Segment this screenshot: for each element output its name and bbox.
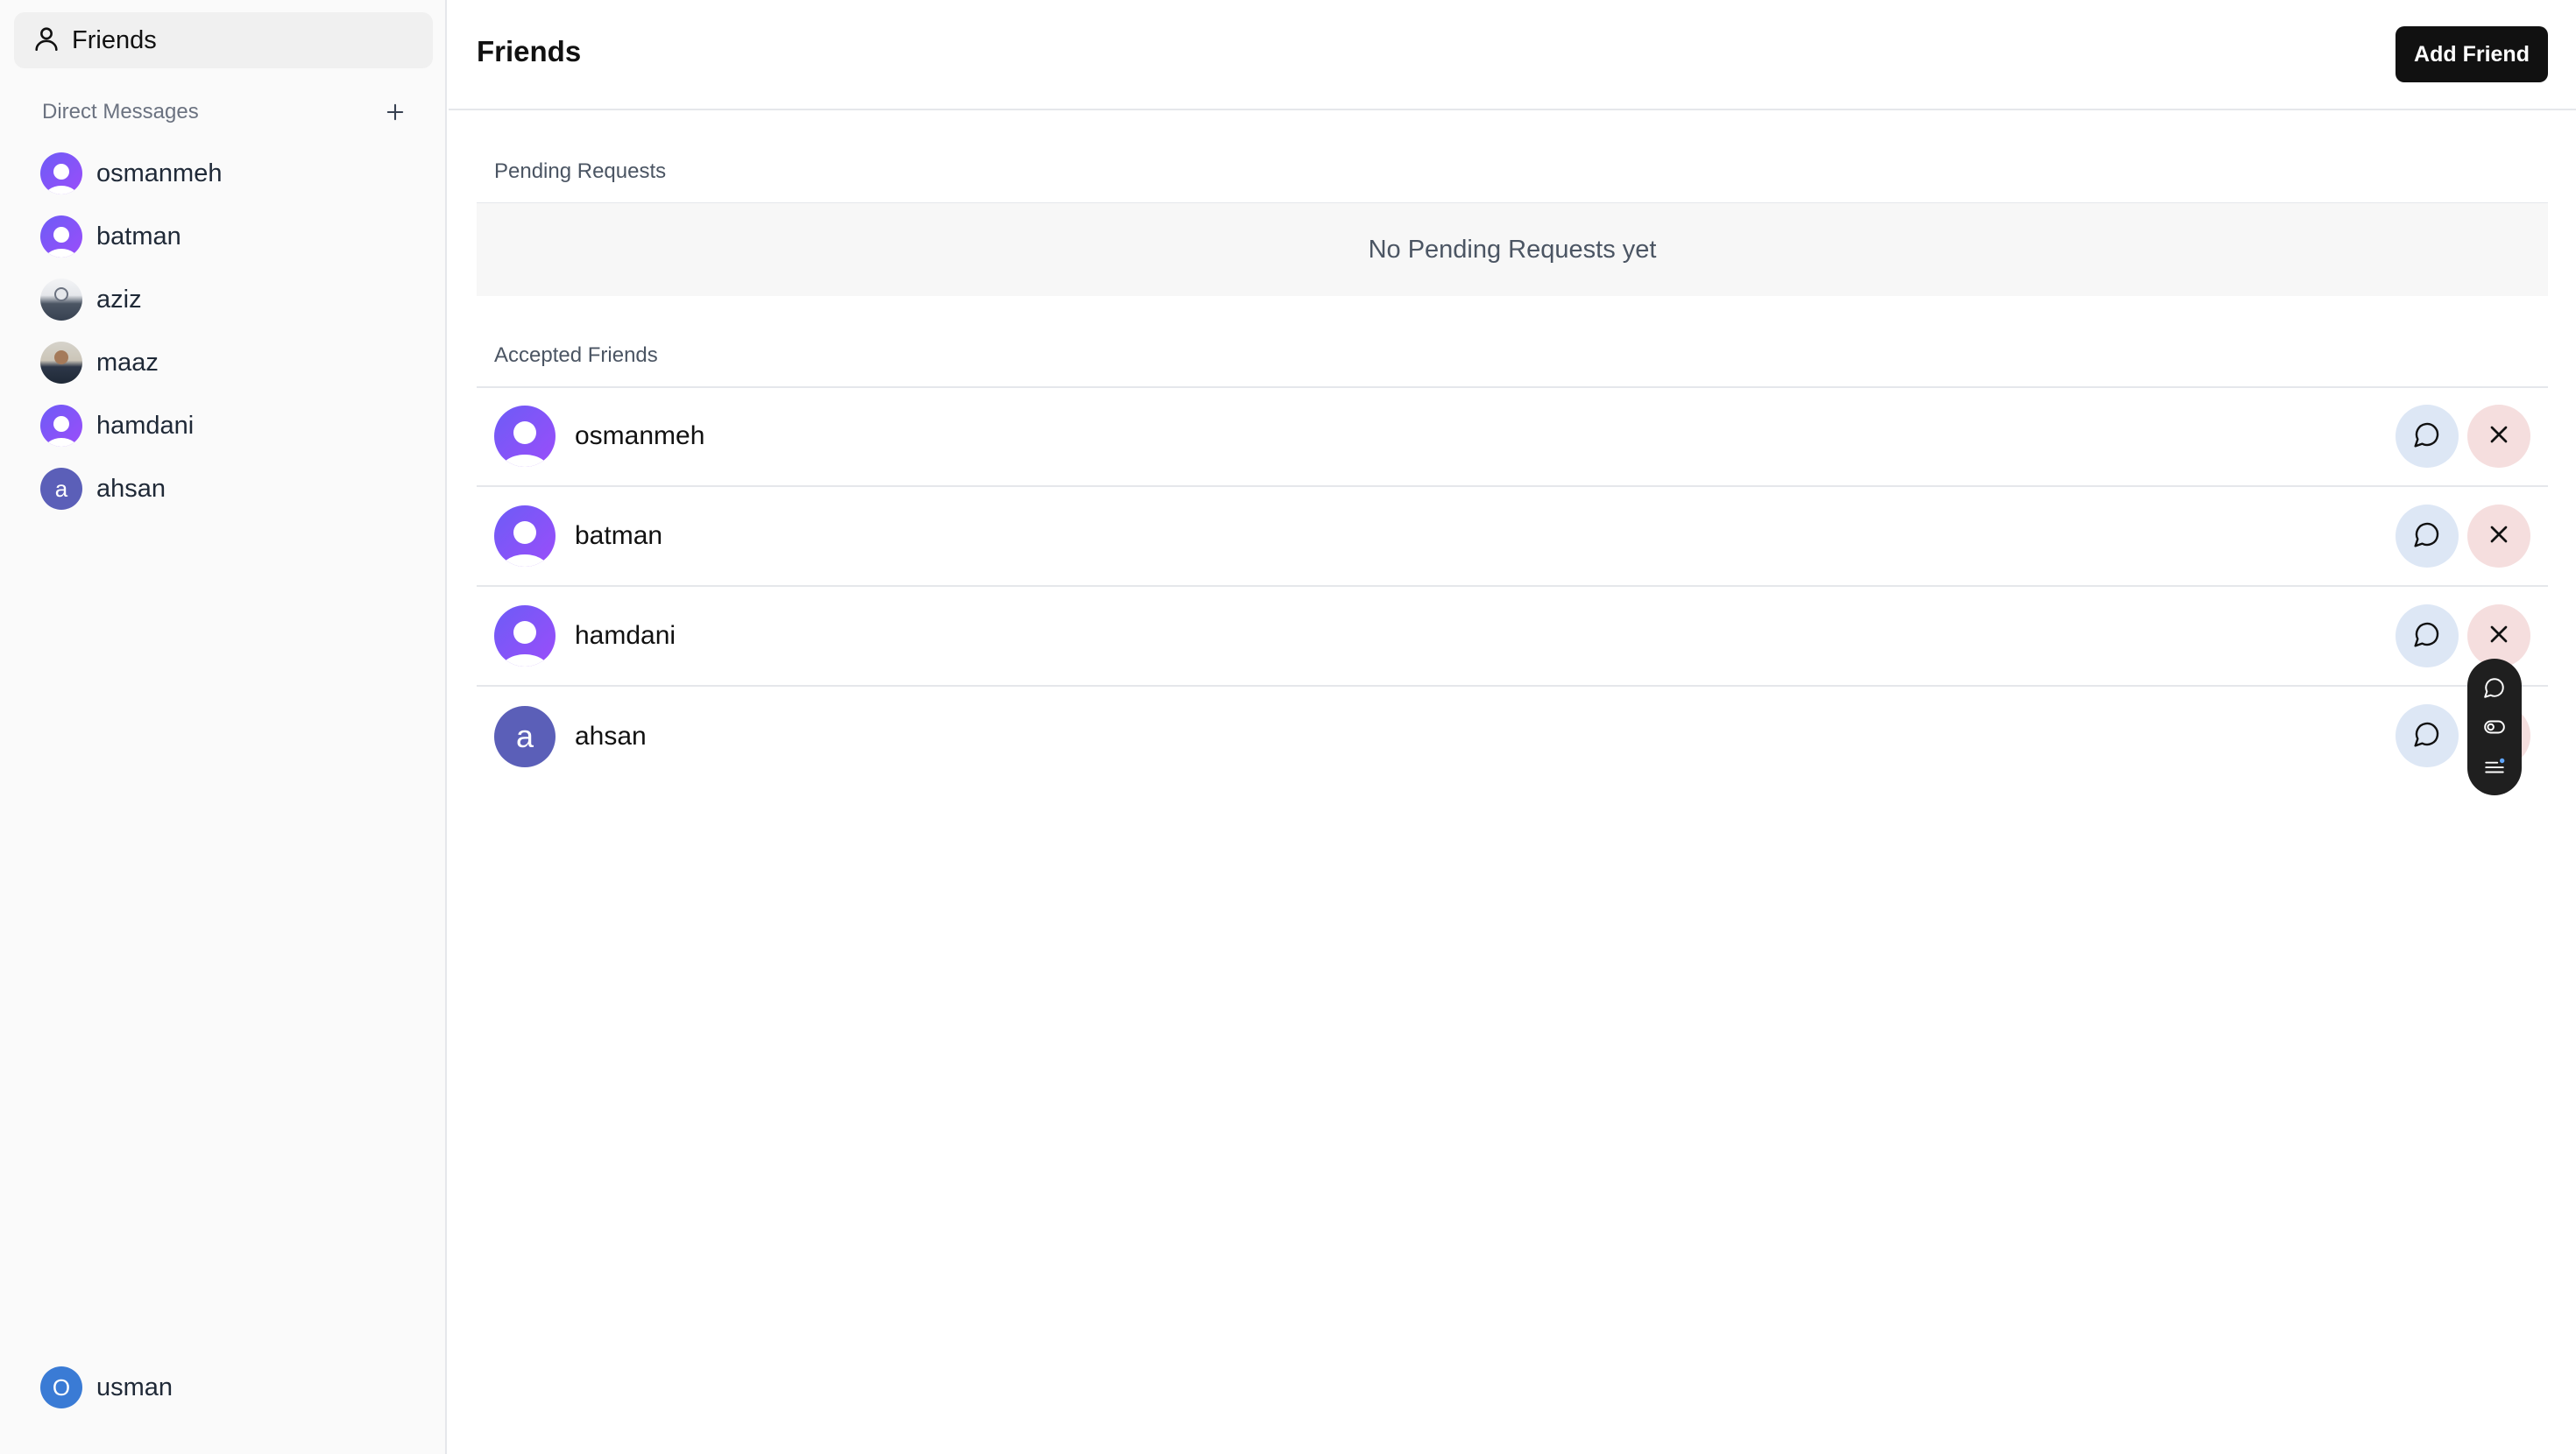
friend-name: ahsan — [575, 722, 647, 751]
direct-messages-list: osmanmeh batman aziz maaz hamdani a ahsa… — [40, 142, 426, 520]
friend-row-osmanmeh: osmanmeh — [477, 387, 2548, 487]
dm-item-ahsan[interactable]: a ahsan — [40, 457, 426, 520]
toggle-icon[interactable] — [2480, 713, 2509, 741]
message-circle-icon — [2413, 720, 2441, 752]
row-actions — [2396, 604, 2530, 667]
message-button[interactable] — [2396, 405, 2459, 468]
dm-item-aziz[interactable]: aziz — [40, 268, 426, 331]
message-circle-icon — [2413, 520, 2441, 553]
pending-requests-label: Pending Requests — [494, 159, 667, 183]
row-actions — [2396, 505, 2530, 568]
avatar: a — [40, 468, 82, 510]
remove-friend-button[interactable] — [2467, 604, 2530, 667]
dm-item-osmanmeh[interactable]: osmanmeh — [40, 142, 426, 205]
current-user-name: usman — [96, 1373, 173, 1401]
current-user[interactable]: O usman — [40, 1366, 173, 1408]
avatar — [494, 406, 556, 467]
dm-item-name: batman — [96, 222, 181, 251]
dm-item-name: maaz — [96, 348, 159, 377]
friend-name: batman — [575, 521, 663, 550]
avatar — [40, 342, 82, 384]
dm-item-hamdani[interactable]: hamdani — [40, 394, 426, 457]
dm-item-maaz[interactable]: maaz — [40, 331, 426, 394]
avatar — [40, 215, 82, 258]
message-button[interactable] — [2396, 704, 2459, 767]
direct-messages-label: Direct Messages — [42, 100, 199, 124]
friend-name: osmanmeh — [575, 421, 705, 450]
add-friend-button[interactable]: Add Friend — [2396, 26, 2548, 82]
avatar — [40, 152, 82, 194]
friend-row-ahsan: a ahsan — [477, 687, 2548, 787]
sidebar: Friends Direct Messages osmanmeh batman … — [0, 0, 447, 1454]
accepted-friends-list: osmanmeh batman hamdani a ahsan — [477, 387, 2548, 787]
avatar — [494, 505, 556, 567]
message-button[interactable] — [2396, 505, 2459, 568]
floating-toolbar — [2467, 659, 2522, 795]
friend-row-batman: batman — [477, 487, 2548, 587]
remove-friend-button[interactable] — [2467, 505, 2530, 568]
page-title: Friends — [477, 35, 582, 67]
dm-item-name: ahsan — [96, 474, 166, 503]
message-circle-icon — [2413, 620, 2441, 653]
friend-row-hamdani: hamdani — [477, 587, 2548, 687]
avatar — [40, 279, 82, 321]
friend-name: hamdani — [575, 621, 676, 650]
user-icon — [32, 24, 61, 58]
sidebar-item-friends[interactable]: Friends — [14, 12, 433, 68]
dm-item-batman[interactable]: batman — [40, 205, 426, 268]
dm-item-name: aziz — [96, 285, 142, 314]
chat-icon[interactable] — [2480, 674, 2509, 702]
dm-item-name: hamdani — [96, 411, 195, 440]
accepted-friends-label: Accepted Friends — [494, 343, 658, 367]
x-icon — [2485, 620, 2513, 653]
pending-empty-state: No Pending Requests yet — [477, 203, 2548, 296]
avatar: O — [40, 1366, 82, 1408]
avatar: a — [494, 706, 556, 767]
message-circle-icon — [2413, 420, 2441, 453]
x-icon — [2485, 420, 2513, 453]
plus-icon[interactable] — [380, 97, 410, 127]
main-panel: Friends Add Friend Pending Requests No P… — [449, 0, 2576, 1454]
x-icon — [2485, 520, 2513, 553]
sidebar-item-label: Friends — [72, 25, 157, 54]
list-icon[interactable] — [2480, 752, 2509, 780]
dm-item-name: osmanmeh — [96, 159, 223, 187]
message-button[interactable] — [2396, 604, 2459, 667]
remove-friend-button[interactable] — [2467, 405, 2530, 468]
avatar — [494, 605, 556, 667]
avatar — [40, 405, 82, 447]
direct-messages-header: Direct Messages — [42, 95, 410, 130]
row-actions — [2396, 405, 2530, 468]
page-header: Friends Add Friend — [449, 0, 2576, 110]
